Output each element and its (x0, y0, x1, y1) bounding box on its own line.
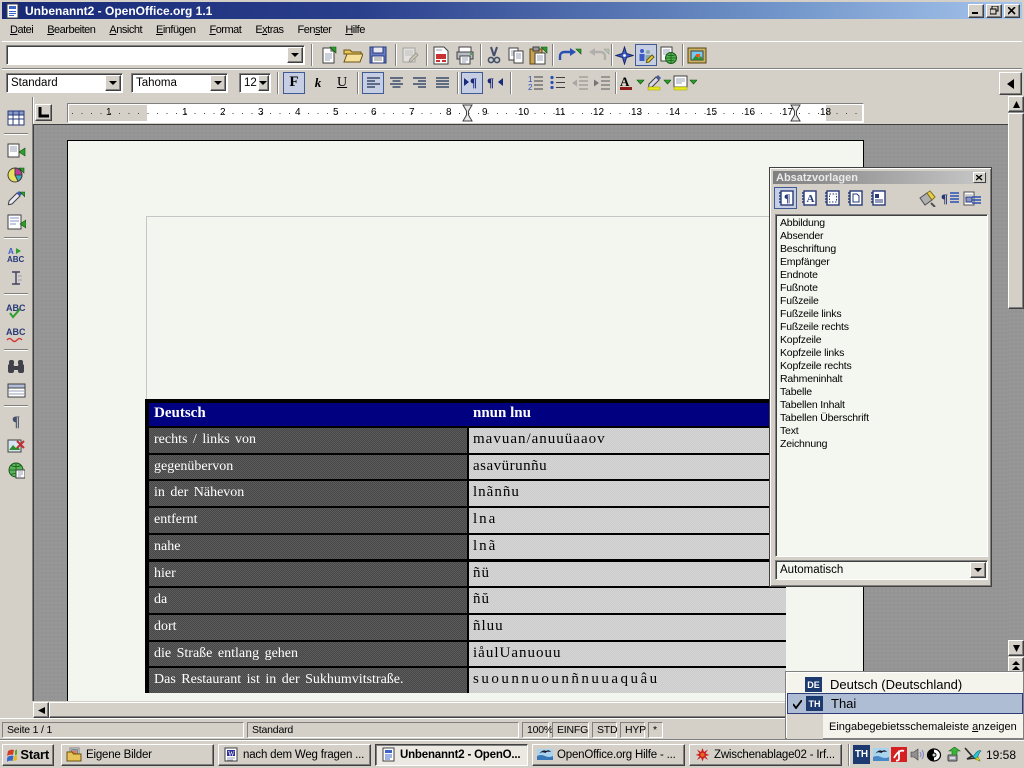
svg-text:¶: ¶ (941, 191, 948, 206)
svg-text:A: A (806, 193, 814, 205)
svg-text:2: 2 (528, 83, 533, 90)
svg-text:¶: ¶ (487, 76, 494, 89)
svg-text:ABC: ABC (6, 303, 26, 313)
svg-text:ABC: ABC (6, 327, 26, 337)
svg-text:¶: ¶ (470, 76, 477, 89)
svg-text:A: A (620, 74, 630, 89)
svg-text:W: W (228, 750, 235, 758)
svg-text:ABC: ABC (7, 255, 25, 263)
svg-text:¶: ¶ (784, 191, 790, 205)
